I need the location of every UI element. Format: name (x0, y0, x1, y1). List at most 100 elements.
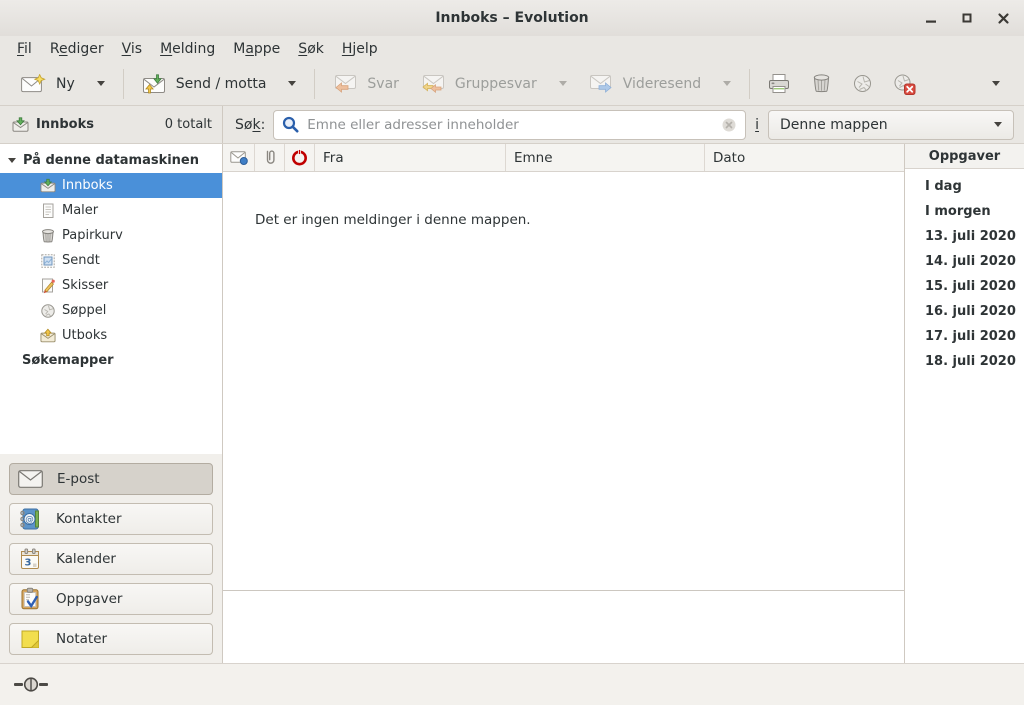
contacts-icon: @ (18, 507, 42, 531)
menu-melding[interactable]: Melding (151, 38, 224, 60)
message-status-icon (230, 151, 248, 165)
new-mail-icon (21, 74, 46, 93)
toolbar-overflow-button[interactable] (980, 75, 1012, 92)
column-important[interactable] (285, 144, 315, 171)
expander-icon[interactable] (8, 158, 16, 163)
folder-label: Papirkurv (62, 228, 123, 243)
folder-item-utboks[interactable]: Utboks (0, 323, 222, 348)
junk-icon (852, 73, 873, 94)
folder-message-count: 0 totalt (165, 117, 212, 132)
folder-tree: På denne datamaskinen Innboks (0, 144, 222, 373)
todo-group-date[interactable]: 14. juli 2020 (905, 249, 1024, 274)
maximize-icon (961, 12, 973, 24)
reply-label: Svar (367, 76, 399, 92)
view-switcher: E-post @ Kontakter (0, 454, 222, 663)
folder-label: Maler (62, 203, 98, 218)
switcher-label: Kontakter (56, 511, 122, 527)
column-from[interactable]: Fra (315, 144, 506, 171)
switcher-mail-button[interactable]: E-post (9, 463, 213, 495)
folder-item-skisser[interactable]: Skisser (0, 273, 222, 298)
not-junk-button[interactable] (883, 68, 926, 100)
search-scope-value: Denne mappen (780, 117, 888, 133)
todo-group-date[interactable]: 16. juli 2020 (905, 299, 1024, 324)
send-receive-button[interactable]: Send / motta (131, 69, 278, 99)
chevron-down-icon (559, 81, 567, 86)
folder-label: Skisser (62, 278, 108, 293)
tree-root-on-this-computer[interactable]: På denne datamaskinen (0, 148, 222, 173)
folder-item-papirkurv[interactable]: Papirkurv (0, 223, 222, 248)
new-message-button[interactable]: Ny (10, 69, 86, 98)
svg-text:@: @ (25, 515, 34, 525)
minimize-button[interactable] (918, 5, 944, 31)
todo-bar: Oppgaver I dag I morgen 13. juli 2020 14… (904, 144, 1024, 663)
tree-root-search-folders[interactable]: Søkemapper (0, 348, 222, 373)
search-scope-connector: i (755, 117, 759, 133)
switcher-memos-button[interactable]: Notater (9, 623, 213, 655)
forward-dropdown[interactable] (712, 75, 742, 92)
todo-bar-items: I dag I morgen 13. juli 2020 14. juli 20… (905, 169, 1024, 374)
minimize-icon (925, 12, 937, 24)
search-folders-label: Søkemapper (22, 353, 114, 368)
content-area: På denne datamaskinen Innboks (0, 144, 1024, 663)
menu-rediger[interactable]: Rediger (41, 38, 113, 60)
column-subject[interactable]: Emne (506, 144, 705, 171)
close-button[interactable] (990, 5, 1016, 31)
chevron-down-icon (97, 81, 105, 86)
column-attachment[interactable] (255, 144, 285, 171)
menu-sok[interactable]: Søk (289, 38, 333, 60)
todo-group-today[interactable]: I dag (905, 174, 1024, 199)
mail-icon (18, 470, 43, 488)
menu-mappe[interactable]: Mappe (224, 38, 289, 60)
new-message-dropdown[interactable] (86, 75, 116, 92)
chevron-down-icon (994, 122, 1002, 127)
folder-item-maler[interactable]: Maler (0, 198, 222, 223)
folder-item-sendt[interactable]: Sendt (0, 248, 222, 273)
menu-fil[interactable]: Fil (8, 38, 41, 60)
tree-root-label: På denne datamaskinen (23, 153, 199, 168)
todo-group-tomorrow[interactable]: I morgen (905, 199, 1024, 224)
clear-search-icon[interactable] (721, 117, 737, 133)
statusbar (0, 663, 1024, 705)
search-scope-dropdown[interactable]: Denne mappen (768, 110, 1014, 140)
todo-group-date[interactable]: 13. juli 2020 (905, 224, 1024, 249)
switcher-contacts-button[interactable]: @ Kontakter (9, 503, 213, 535)
inbox-icon (40, 178, 56, 193)
column-read-status[interactable] (223, 144, 255, 171)
switcher-tasks-button[interactable]: Oppgaver (9, 583, 213, 615)
search-row: Innboks 0 totalt Søk: i Denne mappen (0, 106, 1024, 144)
search-box (273, 110, 746, 140)
todo-group-date[interactable]: 15. juli 2020 (905, 274, 1024, 299)
forward-button[interactable]: Videresend (578, 69, 712, 98)
todo-group-date[interactable]: 18. juli 2020 (905, 349, 1024, 374)
group-reply-button[interactable]: Gruppesvar (410, 69, 548, 98)
window-title: Innboks – Evolution (435, 10, 588, 26)
send-receive-dropdown[interactable] (277, 75, 307, 92)
switcher-calendar-button[interactable]: 3 Kalender (9, 543, 213, 575)
folder-item-soppel[interactable]: Søppel (0, 298, 222, 323)
group-reply-dropdown[interactable] (548, 75, 578, 92)
search-input[interactable] (307, 117, 713, 133)
memos-icon (18, 627, 42, 651)
titlebar: Innboks – Evolution (0, 0, 1024, 36)
maximize-button[interactable] (954, 5, 980, 31)
calendar-icon: 3 (18, 547, 42, 571)
folder-item-innboks[interactable]: Innboks (0, 173, 222, 198)
forward-label: Videresend (623, 76, 701, 92)
folder-label: Utboks (62, 328, 107, 343)
online-status-plug-icon[interactable] (14, 676, 48, 693)
preview-pane (223, 590, 904, 663)
reply-button[interactable]: Svar (322, 69, 410, 98)
toolbar-separator (314, 69, 315, 99)
chevron-down-icon (288, 81, 296, 86)
print-button[interactable] (757, 68, 801, 99)
column-date[interactable]: Dato (705, 144, 904, 171)
menu-vis[interactable]: Vis (113, 38, 151, 60)
junk-icon (40, 303, 56, 319)
todo-group-date[interactable]: 17. juli 2020 (905, 324, 1024, 349)
delete-button[interactable] (801, 68, 842, 99)
menu-hjelp[interactable]: Hjelp (333, 38, 387, 60)
junk-button[interactable] (842, 68, 883, 99)
folder-label: Innboks (62, 178, 113, 193)
important-icon (291, 149, 308, 166)
search-label: Søk: (235, 117, 265, 133)
